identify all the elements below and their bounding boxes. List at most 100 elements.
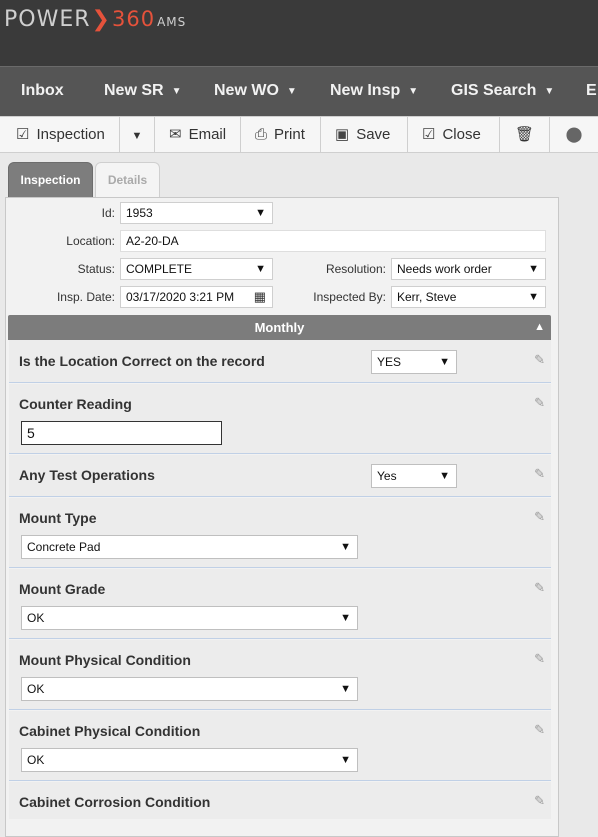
chevron-down-icon: ▼ bbox=[340, 754, 351, 766]
save-button[interactable]: ▣ Save bbox=[321, 117, 408, 153]
email-button[interactable]: ✉ Email bbox=[155, 117, 241, 153]
answer-value: 5 bbox=[27, 425, 35, 441]
question-row: Mount Physical Condition OK ▼ ✎ bbox=[9, 640, 551, 710]
chevron-down-icon: ▼ bbox=[286, 86, 297, 97]
location-label: Location: bbox=[66, 234, 115, 248]
question-title: Mount Grade bbox=[19, 581, 106, 597]
nav-inbox-label: Inbox bbox=[21, 82, 64, 99]
answer-value: OK bbox=[27, 682, 45, 696]
status-label: Status: bbox=[77, 262, 115, 276]
check-square-icon: ☑ bbox=[16, 126, 30, 143]
question-title: Mount Type bbox=[19, 510, 97, 526]
answer-select[interactable]: OK ▼ bbox=[21, 677, 358, 701]
inspection-button-label: Inspection bbox=[36, 126, 105, 143]
location-field[interactable]: A2-20-DA bbox=[120, 230, 546, 252]
delete-button[interactable]: 🗑 bbox=[500, 117, 550, 153]
insp-date-label: Insp. Date: bbox=[56, 290, 115, 304]
pencil-icon[interactable]: ✎ bbox=[534, 395, 545, 411]
id-select[interactable]: 1953 ▼ bbox=[120, 202, 273, 224]
id-label: Id: bbox=[101, 206, 115, 220]
answer-select[interactable]: Concrete Pad ▼ bbox=[21, 535, 358, 559]
nav-new-sr-label: New SR bbox=[104, 82, 164, 99]
chevron-down-icon: ▼ bbox=[544, 86, 555, 97]
pencil-icon[interactable]: ✎ bbox=[534, 466, 545, 482]
question-row: Cabinet Corrosion Condition ✎ bbox=[9, 782, 551, 819]
location-value: A2-20-DA bbox=[126, 234, 179, 248]
map-button[interactable]: ⬤ bbox=[550, 117, 598, 153]
trash-icon: 🗑 bbox=[514, 126, 535, 143]
top-bar: POWER ❯ 360 AMS bbox=[0, 0, 598, 66]
question-title: Cabinet Physical Condition bbox=[19, 723, 201, 739]
inspected-by-select[interactable]: Kerr, Steve ▼ bbox=[391, 286, 546, 308]
answer-value: OK bbox=[27, 753, 45, 767]
answer-select[interactable]: Yes ▼ bbox=[371, 464, 457, 488]
nav-gis-search[interactable]: GIS Search ▼ bbox=[451, 67, 554, 117]
tab-inspection-label: Inspection bbox=[20, 173, 81, 187]
status-select[interactable]: COMPLETE ▼ bbox=[120, 258, 273, 280]
nav-new-wo[interactable]: New WO ▼ bbox=[214, 67, 297, 117]
counter-reading-input[interactable]: 5 bbox=[21, 421, 222, 445]
answer-select[interactable]: OK ▼ bbox=[21, 606, 358, 630]
id-value: 1953 bbox=[126, 206, 153, 220]
tab-details[interactable]: Details bbox=[95, 162, 160, 198]
answer-value: YES bbox=[377, 355, 402, 369]
question-row: Mount Type Concrete Pad ▼ ✎ bbox=[9, 498, 551, 568]
inspected-by-value: Kerr, Steve bbox=[397, 290, 457, 304]
nav-new-wo-label: New WO bbox=[214, 82, 279, 99]
pencil-icon[interactable]: ✎ bbox=[534, 793, 545, 809]
close-button-label: Close bbox=[442, 126, 481, 143]
chevron-down-icon: ▼ bbox=[340, 541, 351, 553]
logo-text-360: 360 bbox=[111, 7, 156, 31]
pencil-icon[interactable]: ✎ bbox=[534, 651, 545, 667]
chevron-down-icon: ▼ bbox=[131, 130, 143, 142]
question-row: Mount Grade OK ▼ ✎ bbox=[9, 569, 551, 639]
pencil-icon[interactable]: ✎ bbox=[534, 580, 545, 596]
resolution-label: Resolution: bbox=[325, 262, 386, 276]
map-pin-icon: ⬤ bbox=[565, 126, 583, 143]
status-value: COMPLETE bbox=[126, 262, 193, 276]
chevron-down-icon: ▼ bbox=[528, 291, 539, 303]
nav-new-insp[interactable]: New Insp ▼ bbox=[330, 67, 418, 117]
answer-select[interactable]: YES ▼ bbox=[371, 350, 457, 374]
nav-new-sr[interactable]: New SR ▼ bbox=[104, 67, 181, 117]
calendar-icon[interactable]: ▦ bbox=[254, 287, 266, 307]
answer-value: Concrete Pad bbox=[27, 540, 101, 554]
pencil-icon[interactable]: ✎ bbox=[534, 722, 545, 738]
nav-more[interactable]: E bbox=[586, 67, 597, 117]
pencil-icon[interactable]: ✎ bbox=[534, 352, 545, 368]
save-button-label: Save bbox=[356, 126, 391, 143]
tab-details-label: Details bbox=[107, 173, 148, 187]
resolution-value: Needs work order bbox=[397, 262, 492, 276]
chevron-up-icon[interactable]: ▲ bbox=[534, 315, 545, 340]
answer-select[interactable]: OK ▼ bbox=[21, 748, 358, 772]
section-header-monthly[interactable]: Monthly ▲ bbox=[8, 315, 551, 340]
close-button[interactable]: ☑ Close bbox=[408, 117, 500, 153]
print-button[interactable]: ⎙ Print bbox=[241, 117, 321, 153]
chevron-down-icon: ▼ bbox=[171, 86, 182, 97]
action-toolbar: ☑ Inspection ▼ ✉ Email ⎙ Print ▣ Save ☑ Close… bbox=[0, 116, 598, 153]
question-title: Counter Reading bbox=[19, 396, 132, 412]
inspection-button[interactable]: ☑ Inspection bbox=[0, 117, 120, 153]
chevron-down-icon: ▼ bbox=[255, 207, 266, 219]
printer-icon: ⎙ bbox=[255, 126, 268, 143]
answer-value: Yes bbox=[377, 469, 397, 483]
resolution-select[interactable]: Needs work order ▼ bbox=[391, 258, 546, 280]
check-square-icon: ☑ bbox=[422, 126, 436, 143]
pencil-icon[interactable]: ✎ bbox=[534, 509, 545, 525]
question-row: Any Test Operations Yes ▼ ✎ bbox=[9, 455, 551, 497]
insp-date-field[interactable]: 03/17/2020 3:21 PM ▦ bbox=[120, 286, 273, 308]
app-logo[interactable]: POWER ❯ 360 AMS bbox=[4, 5, 186, 33]
question-title: Any Test Operations bbox=[19, 467, 155, 483]
inspection-dropdown-button[interactable]: ▼ bbox=[120, 117, 155, 153]
section-title: Monthly bbox=[254, 320, 305, 335]
chevron-down-icon: ▼ bbox=[340, 612, 351, 624]
print-button-label: Print bbox=[274, 126, 305, 143]
question-title: Is the Location Correct on the record bbox=[19, 353, 265, 369]
answer-value: OK bbox=[27, 611, 45, 625]
nav-inbox[interactable]: Inbox bbox=[21, 67, 64, 117]
tab-inspection[interactable]: Inspection bbox=[8, 162, 93, 198]
question-row: Counter Reading 5 ✎ bbox=[9, 384, 551, 454]
question-row: Is the Location Correct on the record YE… bbox=[9, 340, 551, 383]
insp-date-value: 03/17/2020 3:21 PM bbox=[126, 290, 235, 304]
envelope-icon: ✉ bbox=[169, 126, 182, 143]
